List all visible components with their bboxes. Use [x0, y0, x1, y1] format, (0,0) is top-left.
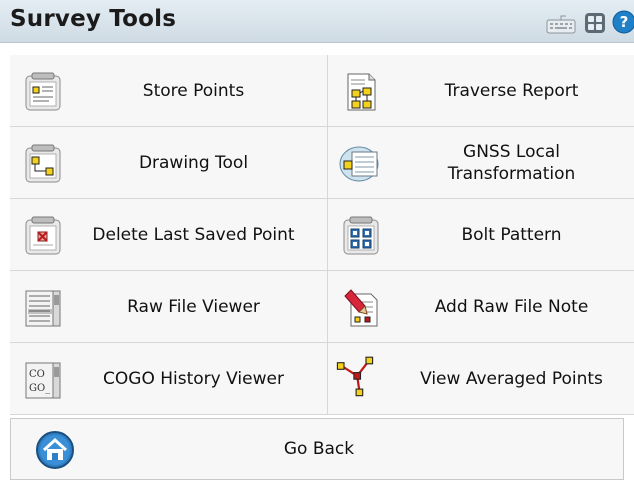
- traverse-report-button[interactable]: Traverse Report: [328, 55, 634, 127]
- help-icon[interactable]: ?: [612, 10, 634, 34]
- apps-icon[interactable]: [584, 12, 606, 34]
- add-raw-file-note-button[interactable]: Add Raw File Note: [328, 271, 634, 343]
- drawing-tool-button[interactable]: Drawing Tool: [10, 127, 328, 199]
- raw-file-viewer-icon: [25, 290, 61, 327]
- go-back-button[interactable]: Go Back: [10, 418, 624, 480]
- tool-grid: Store Points Traverse Report Drawing Too…: [10, 55, 634, 415]
- delete-last-saved-point-button[interactable]: Delete Last Saved Point: [10, 199, 328, 271]
- gnss-transformation-icon: [339, 146, 379, 182]
- title-bar: Survey Tools ?: [0, 0, 634, 43]
- delete-point-icon: [25, 216, 61, 255]
- traverse-report-label: Traverse Report: [444, 80, 579, 101]
- svg-text:CO: CO: [29, 369, 45, 380]
- delete-last-saved-point-label: Delete Last Saved Point: [92, 224, 295, 245]
- view-averaged-points-label: View Averaged Points: [420, 368, 603, 389]
- page-title: Survey Tools: [10, 6, 177, 32]
- traverse-report-icon: [347, 73, 376, 111]
- svg-text:GO_: GO_: [29, 383, 50, 394]
- raw-file-viewer-button[interactable]: Raw File Viewer: [10, 271, 328, 343]
- gnss-local-transformation-label: GNSS Local Transformation: [447, 141, 576, 184]
- view-averaged-points-button[interactable]: View Averaged Points: [328, 343, 634, 415]
- averaged-points-icon: [336, 356, 374, 397]
- bolt-pattern-icon: [343, 216, 379, 255]
- add-note-icon: [344, 289, 378, 327]
- gnss-local-transformation-button[interactable]: GNSS Local Transformation: [328, 127, 634, 199]
- drawing-tool-label: Drawing Tool: [138, 152, 249, 173]
- store-points-icon: [25, 72, 61, 111]
- svg-text:?: ?: [620, 13, 629, 31]
- store-points-button[interactable]: Store Points: [10, 55, 328, 127]
- bolt-pattern-label: Bolt Pattern: [461, 224, 562, 245]
- drawing-tool-icon: [25, 144, 61, 183]
- keyboard-icon[interactable]: [546, 14, 576, 34]
- bolt-pattern-button[interactable]: Bolt Pattern: [328, 199, 634, 271]
- cogo-history-icon: CO GO_: [25, 362, 61, 399]
- cogo-history-viewer-button[interactable]: CO GO_ COGO History Viewer: [10, 343, 328, 415]
- store-points-label: Store Points: [142, 80, 245, 101]
- cogo-history-viewer-label: COGO History Viewer: [103, 368, 284, 389]
- go-back-label: Go Back: [283, 439, 355, 459]
- raw-file-viewer-label: Raw File Viewer: [127, 296, 260, 317]
- add-raw-file-note-label: Add Raw File Note: [434, 296, 589, 317]
